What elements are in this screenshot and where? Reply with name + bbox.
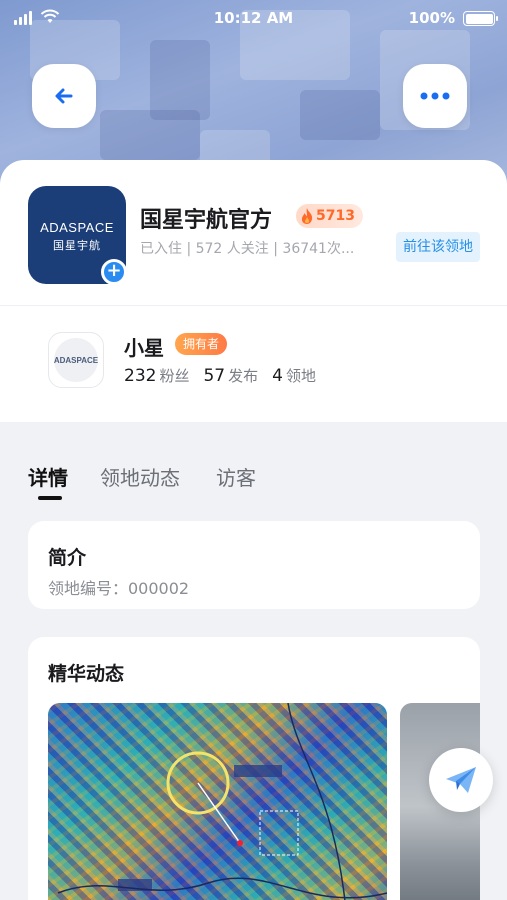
status-bar: 10:12 AM 100% [0,0,507,36]
paper-plane-icon [446,767,476,793]
ellipsis-icon [420,92,450,100]
owner-avatar[interactable]: ADASPACE [48,332,104,388]
tab-details[interactable]: 详情 [28,462,68,491]
featured-card: 精华动态 [28,637,480,900]
flame-icon [301,208,313,224]
tab-territory-updates[interactable]: 领地动态 [100,462,180,491]
divider [0,305,507,306]
battery-percent: 100% [408,9,455,27]
territory-meta: 已入住 | 572 人关注 | 36741次... [140,241,355,257]
active-tab-indicator [38,496,62,500]
battery-icon [463,11,498,26]
heat-badge: 5713 [296,204,363,228]
more-button[interactable] [403,64,467,128]
territory-name: 国星宇航官方 [140,208,273,233]
arrow-left-icon [55,88,73,104]
featured-post-image[interactable] [48,703,387,900]
owner-avatar-text: ADASPACE [54,338,98,382]
map-overlay [57,703,387,900]
owner-badge: 拥有者 [175,333,228,355]
stat-territories[interactable]: 4 领地 [272,365,316,386]
intro-card: 简介 领地编号：000002 [28,521,480,609]
featured-title: 精华动态 [48,663,125,685]
heat-value: 5713 [316,208,355,224]
stat-posts[interactable]: 57 发布 [203,365,258,386]
intro-title: 简介 [48,547,87,569]
back-button[interactable] [32,64,96,128]
logo-text: ADASPACE [40,220,114,235]
stat-fans[interactable]: 232 粉丝 [124,365,189,386]
follow-plus-button[interactable]: + [101,259,127,285]
send-post-button[interactable] [429,748,493,812]
goto-territory-button[interactable]: 前往该领地 [396,232,480,262]
logo-subtext: 国星宇航 [53,239,101,252]
territory-card: ADASPACE 国星宇航 + 国星宇航官方 5713 已入住 | 572 人关… [0,160,507,422]
owner-name[interactable]: 小星 [124,332,164,361]
intro-subtitle: 领地编号：000002 [48,579,190,598]
owner-stats: 232 粉丝 57 发布 4 领地 [124,365,316,386]
tab-visitors[interactable]: 访客 [216,462,256,491]
